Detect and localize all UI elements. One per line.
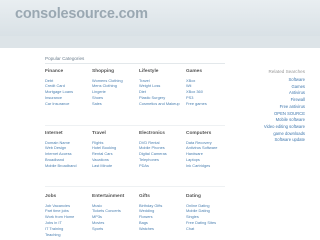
category-title: Lifestyle xyxy=(139,69,159,74)
category-title: Internet xyxy=(45,131,63,136)
category-games: Games XBox Wii XBox 360 PS3 Free games xyxy=(186,69,232,107)
divider xyxy=(45,186,225,187)
category-link[interactable]: Car Insurance xyxy=(45,101,91,107)
nav-band xyxy=(0,36,320,48)
related-search-link[interactable]: Antivirus xyxy=(245,90,305,97)
category-gifts: Gifts Birthday Gifts Wedding Flowers Bag… xyxy=(139,194,185,232)
related-searches: Related Searches Software Games Antiviru… xyxy=(245,69,305,144)
related-search-link[interactable]: Software xyxy=(245,77,305,84)
category-electronics: Electronics DVD Rental Mobile Phones Dig… xyxy=(139,131,185,169)
related-search-link[interactable]: Software update xyxy=(245,137,306,144)
divider xyxy=(45,63,225,64)
category-link[interactable]: Watches xyxy=(139,226,185,232)
category-link[interactable]: Mobile Broadband xyxy=(45,163,91,169)
category-jobs: Jobs Job Vacancies Part time jobs Work f… xyxy=(45,194,91,237)
category-lifestyle: Lifestyle Travel Weight Loss Diet Plasti… xyxy=(139,69,185,107)
category-title: Electronics xyxy=(139,131,165,136)
category-title: Games xyxy=(186,69,202,74)
category-title: Gifts xyxy=(139,194,150,199)
category-title: Computers xyxy=(186,131,212,136)
category-link[interactable]: Free games xyxy=(186,101,232,107)
related-search-link[interactable]: OPEN SOURCE xyxy=(245,111,305,118)
related-search-link[interactable]: game downloads xyxy=(245,131,305,138)
category-link[interactable]: Sales xyxy=(92,101,138,107)
category-computers: Computers Data Recovery Antivirus Softwa… xyxy=(186,131,232,169)
category-link[interactable]: Cosmetics and Makeup xyxy=(139,101,185,107)
category-title: Finance xyxy=(45,69,64,74)
category-link[interactable]: PDAs xyxy=(139,163,185,169)
related-search-link[interactable]: Firewall xyxy=(245,97,305,104)
category-link[interactable]: Last Minute xyxy=(92,163,138,169)
related-search-link[interactable]: Mobile software xyxy=(245,117,305,124)
site-logo[interactable]: consolesource.com xyxy=(15,6,148,22)
category-dating: Dating Online Dating Mobile Dating Singl… xyxy=(186,194,232,232)
related-search-link[interactable]: Video editing software xyxy=(245,124,305,131)
category-link[interactable]: Sports xyxy=(92,226,138,232)
category-travel: Travel Flights Hotel Booking Rental Cars… xyxy=(92,131,138,169)
category-internet: Internet Domain Name Web Design Internet… xyxy=(45,131,91,169)
divider xyxy=(45,125,225,126)
category-finance: Finance Debt Credit Card Mortgage Loans … xyxy=(45,69,91,107)
popular-categories-title: Popular Categories xyxy=(45,56,85,61)
category-title: Entertainment xyxy=(92,194,125,199)
category-title: Jobs xyxy=(45,194,57,199)
category-title: Shopping xyxy=(92,69,115,74)
category-link[interactable]: Teaching xyxy=(45,232,91,238)
category-shopping: Shopping Womens Clothing Mens Clothing L… xyxy=(92,69,138,107)
category-title: Travel xyxy=(92,131,106,136)
related-search-link[interactable]: Free antivirus xyxy=(245,104,305,111)
related-searches-title: Related Searches xyxy=(268,69,305,74)
related-search-link[interactable]: Games xyxy=(245,84,306,91)
category-link[interactable]: Chat xyxy=(186,226,232,232)
category-title: Dating xyxy=(186,194,201,199)
category-link[interactable]: Ink Cartridges xyxy=(186,163,232,169)
category-entertainment: Entertainment Music Tickets Concerts MP3… xyxy=(92,194,138,232)
